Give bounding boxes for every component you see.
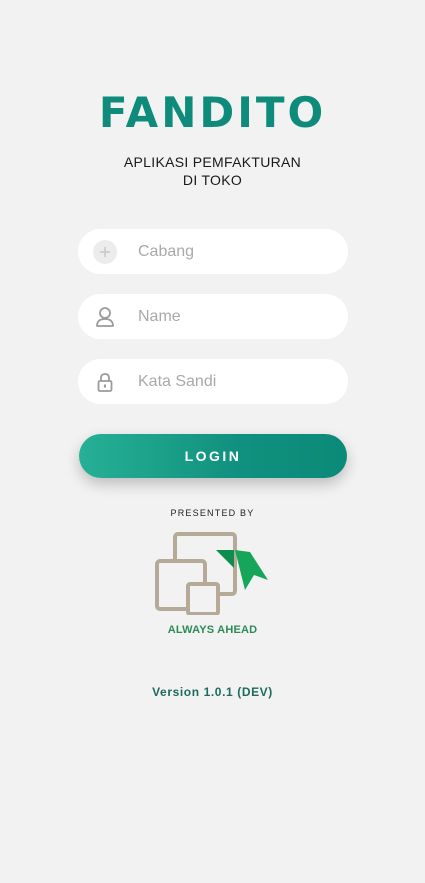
- branch-input[interactable]: [138, 236, 328, 267]
- presented-by-label: PRESENTED BY: [170, 508, 255, 518]
- app-logo-text: FANDITO: [98, 88, 327, 137]
- app-subtitle: APLIKASI PEMFAKTURAN DI TOKO: [0, 153, 425, 189]
- logo-tagline: ALWAYS AHEAD: [167, 624, 258, 636]
- lock-icon: [92, 369, 118, 395]
- plus-circle-icon: [92, 239, 118, 265]
- name-field[interactable]: [78, 294, 348, 339]
- user-icon: [92, 304, 118, 330]
- branch-field[interactable]: [78, 229, 348, 274]
- subtitle-line-1: APLIKASI PEMFAKTURAN: [123, 154, 302, 170]
- always-ahead-logo-icon: [150, 530, 275, 616]
- password-input[interactable]: [138, 366, 328, 397]
- login-button[interactable]: LOGIN: [79, 434, 347, 478]
- name-input[interactable]: [138, 301, 328, 332]
- version-label: Version 1.0.1 (DEV): [152, 685, 273, 699]
- password-field[interactable]: [78, 359, 348, 404]
- subtitle-line-2: DI TOKO: [182, 172, 243, 188]
- login-screen: FANDITO APLIKASI PEMFAKTURAN DI TOKO Cab…: [0, 0, 425, 883]
